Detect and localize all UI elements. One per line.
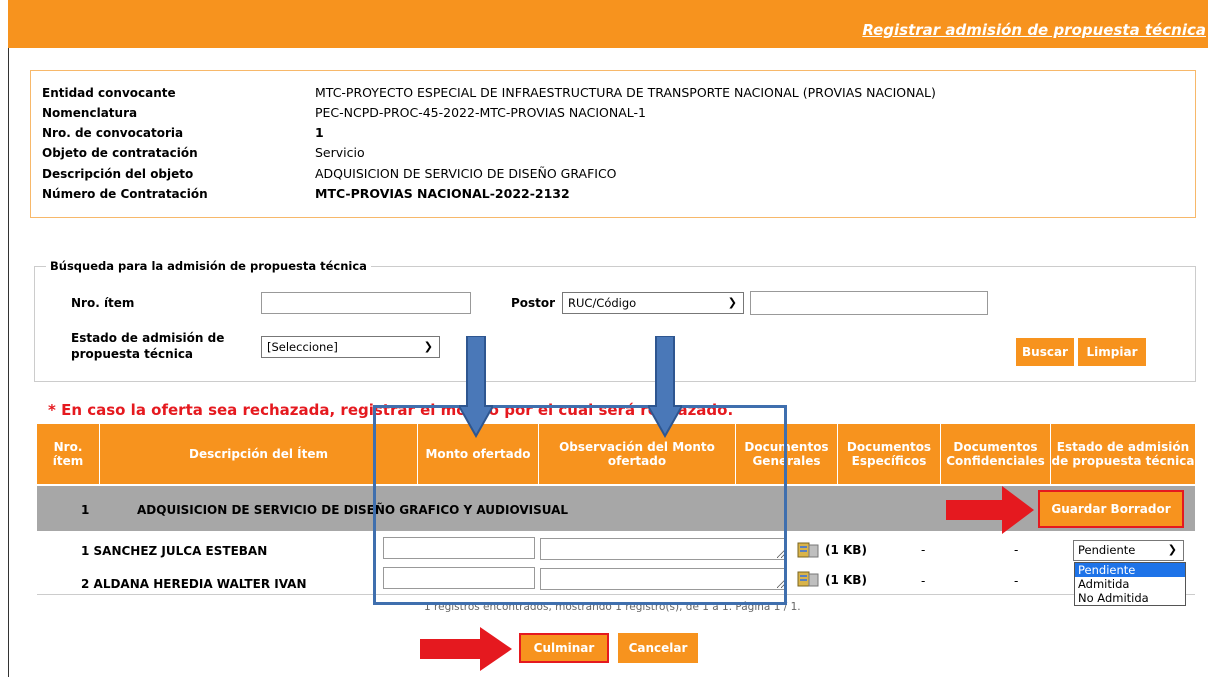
annotation-arrow-right-icon bbox=[420, 627, 512, 671]
bidder-name: 1 SANCHEZ JULCA ESTEBAN bbox=[81, 544, 268, 558]
save-draft-button[interactable]: Guardar Borrador bbox=[1038, 490, 1184, 528]
info-value: ADQUISICION DE SERVICIO DE DISEÑO GRAFIC… bbox=[315, 166, 617, 181]
info-label: Objeto de contratación bbox=[42, 146, 198, 160]
postor-type-value: RUC/Código bbox=[568, 296, 637, 310]
option-pendiente[interactable]: Pendiente bbox=[1075, 563, 1185, 577]
annotation-arrow-down-icon bbox=[459, 336, 493, 438]
option-no-admitida[interactable]: No Admitida bbox=[1075, 591, 1185, 605]
admission-status-value: Pendiente bbox=[1078, 543, 1136, 557]
specific-docs-value: - bbox=[921, 574, 926, 588]
left-border bbox=[8, 48, 9, 677]
search-legend: Búsqueda para la admisión de propuesta t… bbox=[46, 259, 371, 273]
search-button[interactable]: Buscar bbox=[1016, 338, 1074, 366]
cancel-button[interactable]: Cancelar bbox=[618, 633, 698, 663]
chevron-down-icon: ❯ bbox=[423, 340, 433, 353]
chevron-down-icon: ❯ bbox=[1167, 543, 1177, 556]
info-value: Servicio bbox=[315, 145, 365, 160]
postor-label: Postor bbox=[511, 296, 556, 310]
info-label: Número de Contratación bbox=[42, 187, 208, 201]
bidder-name: 2 ALDANA HEREDIA WALTER IVAN bbox=[81, 577, 307, 591]
col-header-item: Nro. ítem bbox=[37, 424, 100, 484]
culminar-button[interactable]: Culminar bbox=[519, 633, 609, 663]
document-file-icon[interactable] bbox=[797, 541, 819, 559]
estado-select-value: [Seleccione] bbox=[267, 340, 338, 354]
estado-label-2: propuesta técnica bbox=[71, 347, 194, 361]
info-value: PEC-NCPD-PROC-45-2022-MTC-PROVIAS NACION… bbox=[315, 105, 646, 120]
annotation-arrow-down-icon bbox=[648, 336, 682, 438]
confidential-docs-value: - bbox=[1014, 574, 1019, 588]
confidential-docs-value: - bbox=[1014, 543, 1019, 557]
info-value: MTC-PROVIAS NACIONAL-2022-2132 bbox=[315, 186, 570, 201]
info-label: Entidad convocante bbox=[42, 86, 176, 100]
document-file-icon[interactable] bbox=[797, 570, 819, 588]
specific-docs-value: - bbox=[921, 543, 926, 557]
clear-button[interactable]: Limpiar bbox=[1078, 338, 1146, 366]
col-header-confidential-docs: Documentos Confidenciales bbox=[941, 424, 1051, 484]
item-label: Nro. ítem bbox=[71, 296, 135, 310]
admission-status-select[interactable]: Pendiente ❯ bbox=[1073, 540, 1184, 561]
postor-input[interactable] bbox=[750, 291, 988, 315]
info-label: Descripción del objeto bbox=[42, 167, 194, 181]
estado-label: Estado de admisión de bbox=[71, 331, 225, 345]
info-label: Nro. de convocatoria bbox=[42, 126, 184, 140]
info-value: 1 bbox=[315, 125, 324, 140]
annotation-highlight-box bbox=[373, 405, 787, 605]
annotation-arrow-right-icon bbox=[946, 486, 1034, 534]
col-header-description: Descripción del Ítem bbox=[100, 424, 418, 484]
col-header-admission-status: Estado de admisión de propuesta técnica bbox=[1051, 424, 1195, 484]
estado-select[interactable]: [Seleccione] ❯ bbox=[261, 336, 440, 358]
info-value: MTC-PROYECTO ESPECIAL DE INFRAESTRUCTURA… bbox=[315, 85, 936, 100]
page-title[interactable]: Registrar admisión de propuesta técnica bbox=[862, 21, 1206, 39]
postor-type-select[interactable]: RUC/Código ❯ bbox=[562, 292, 744, 314]
group-item-number: 1 bbox=[81, 503, 90, 517]
info-label: Nomenclatura bbox=[42, 106, 138, 120]
document-size: (1 KB) bbox=[825, 543, 867, 557]
col-header-specific-docs: Documentos Específicos bbox=[838, 424, 941, 484]
option-admitida[interactable]: Admitida bbox=[1075, 577, 1185, 591]
chevron-down-icon: ❯ bbox=[727, 296, 737, 309]
item-input[interactable] bbox=[261, 292, 471, 314]
admission-status-options[interactable]: Pendiente Admitida No Admitida bbox=[1074, 562, 1186, 606]
document-size: (1 KB) bbox=[825, 573, 867, 587]
